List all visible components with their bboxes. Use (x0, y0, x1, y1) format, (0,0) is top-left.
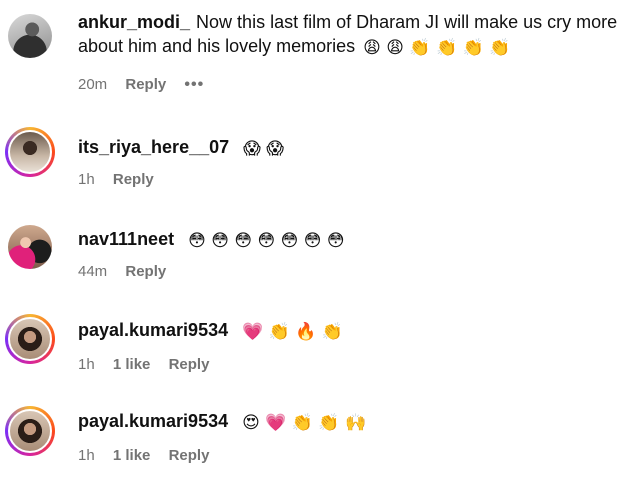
comment-timestamp: 1h (78, 171, 95, 188)
like-count[interactable]: 1 like (113, 356, 151, 373)
emoji-reaction: 😍 💗 👏 👏 🙌 (242, 413, 367, 433)
comment-text: nav111neet 😳 😳 😳 😳 😳 😳 😳 (78, 227, 628, 253)
comment-username[interactable]: nav111neet (78, 229, 174, 249)
more-options-icon[interactable]: ••• (184, 76, 204, 93)
emoji-reaction: 😱 😱 (243, 139, 284, 159)
comment-text: its_riya_here__07 😱 😱 (78, 135, 628, 161)
comment-list: ankur_modi_ Now this last film of Dharam … (0, 0, 640, 481)
comment-timestamp: 20m (78, 76, 108, 93)
like-count[interactable]: 1 like (113, 447, 151, 464)
comment-meta: 1h Reply (78, 171, 168, 188)
reply-button[interactable]: Reply (113, 171, 154, 188)
comment-meta: 44m Reply (78, 263, 180, 280)
avatar[interactable] (5, 314, 55, 364)
avatar[interactable] (8, 14, 52, 58)
comment-body: ankur_modi_ Now this last film of Dharam … (78, 10, 628, 93)
emoji-reaction: 😩 😩 👏 👏 👏 👏 (363, 38, 511, 58)
comment-username[interactable]: payal.kumari9534 (78, 320, 228, 340)
comment-body: its_riya_here__07 😱 😱 1h Reply (78, 135, 628, 188)
comment-username[interactable]: payal.kumari9534 (78, 411, 228, 431)
reply-button[interactable]: Reply (125, 76, 166, 93)
comment-body: payal.kumari9534 😍 💗 👏 👏 🙌 1h 1 like Rep… (78, 409, 628, 464)
comment-username[interactable]: ankur_modi_ (78, 12, 190, 32)
reply-button[interactable]: Reply (169, 447, 210, 464)
comment-meta: 20m Reply ••• (78, 76, 218, 94)
reply-button[interactable]: Reply (169, 356, 210, 373)
comment-username[interactable]: its_riya_here__07 (78, 137, 229, 157)
comment-body: payal.kumari9534 💗 👏 🔥 👏 1h 1 like Reply (78, 318, 628, 373)
comment-timestamp: 44m (78, 263, 108, 280)
avatar-image (8, 130, 52, 174)
comment-text: ankur_modi_ Now this last film of Dharam … (78, 10, 628, 60)
avatar-image (8, 409, 52, 453)
comment-body: nav111neet 😳 😳 😳 😳 😳 😳 😳 44m Reply (78, 227, 628, 280)
comment-meta: 1h 1 like Reply (78, 356, 223, 373)
reply-button[interactable]: Reply (125, 263, 166, 280)
avatar[interactable] (5, 127, 55, 177)
avatar-image (8, 317, 52, 361)
comment-text: payal.kumari9534 😍 💗 👏 👏 🙌 (78, 409, 628, 435)
emoji-reaction: 💗 👏 🔥 👏 (242, 322, 344, 342)
comment-timestamp: 1h (78, 356, 95, 373)
comment-timestamp: 1h (78, 447, 95, 464)
emoji-reaction: 😳 😳 😳 😳 😳 😳 😳 (188, 231, 345, 251)
avatar[interactable] (5, 406, 55, 456)
avatar[interactable] (8, 225, 52, 269)
comment-text: payal.kumari9534 💗 👏 🔥 👏 (78, 318, 628, 344)
comment-meta: 1h 1 like Reply (78, 447, 223, 464)
